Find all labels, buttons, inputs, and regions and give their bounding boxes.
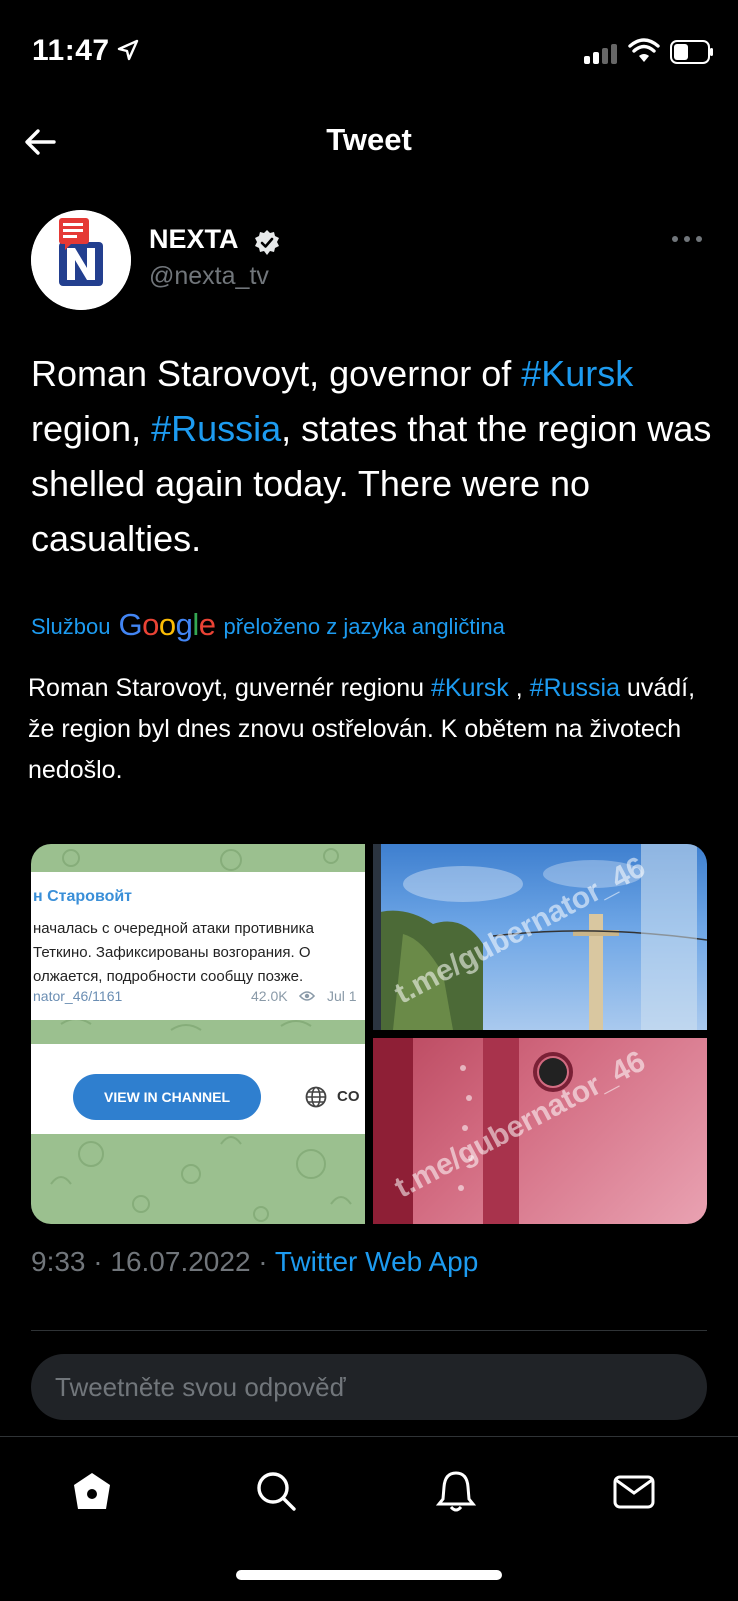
translated-text: Roman Starovoyt, guvernér regionu #Kursk… <box>28 668 728 791</box>
status-time: 11:47 <box>32 34 110 67</box>
more-options-icon[interactable] <box>672 234 706 244</box>
tweet-text-segment: region, <box>31 408 152 449</box>
translated-text-segment: , <box>508 674 530 702</box>
telegram-post-line: Теткино. Зафиксированы возгорания. О <box>33 944 311 961</box>
cellular-signal-icon <box>584 42 620 64</box>
notifications-icon[interactable] <box>434 1469 478 1513</box>
avatar[interactable] <box>31 210 131 310</box>
wifi-icon <box>628 38 660 62</box>
page-title: Tweet <box>326 122 412 157</box>
author-handle[interactable]: @nexta_tv <box>149 262 269 291</box>
home-indicator <box>236 1570 502 1580</box>
location-arrow-icon <box>117 39 139 61</box>
battery-icon <box>670 40 713 64</box>
home-icon[interactable] <box>70 1469 114 1513</box>
telegram-channel-name: н Старовойт <box>33 888 133 905</box>
tweet-text: Roman Starovoyt, governor of #Kursk regi… <box>31 346 721 566</box>
author-name[interactable]: NEXTA <box>149 224 239 255</box>
telegram-post-line: олжается, подробности сообщу позже. <box>33 968 304 985</box>
telegram-actions: VIEW IN CHANNEL CO <box>31 1044 365 1134</box>
hashtag-russia-link[interactable]: #Russia <box>151 408 281 449</box>
nexta-logo-icon <box>31 210 131 310</box>
telegram-post-card: н Старовойт началась с очередной атаки п… <box>31 872 365 1020</box>
verified-badge-icon <box>255 230 279 255</box>
tweet-time-date: 9:33 · 16.07.2022 · <box>31 1246 275 1277</box>
hashtag-russia-link[interactable]: #Russia <box>530 674 620 702</box>
translation-suffix: přeloženo z jazyka angličtina <box>223 614 505 639</box>
telegram-post-line: началась с очередной атаки противника <box>33 920 314 937</box>
translation-attribution[interactable]: Službou Google přeloženo z jazyka anglič… <box>31 607 505 645</box>
google-logo: Google <box>118 607 217 642</box>
tweet-timestamp: 9:33 · 16.07.2022 · Twitter Web App <box>31 1246 478 1278</box>
tweet-text-segment: Roman Starovoyt, governor of <box>31 353 522 394</box>
view-in-channel-button[interactable]: VIEW IN CHANNEL <box>73 1074 261 1120</box>
eye-icon <box>299 991 315 1001</box>
translated-text-segment: Roman Starovoyt, guvernér regionu <box>28 674 431 702</box>
translation-prefix: Službou <box>31 614 111 639</box>
media-image-telegram-screenshot[interactable]: н Старовойт началась с очередной атаки п… <box>31 844 365 1224</box>
telegram-post-link: nator_46/1161 <box>33 988 123 1004</box>
hashtag-kursk-link[interactable]: #Kursk <box>431 674 509 702</box>
reply-input[interactable] <box>31 1354 707 1420</box>
hashtag-kursk-link[interactable]: #Kursk <box>521 353 633 394</box>
telegram-views: 42.0K <box>251 988 288 1004</box>
search-icon[interactable] <box>254 1469 298 1513</box>
tweet-source-link[interactable]: Twitter Web App <box>275 1246 478 1277</box>
messages-icon[interactable] <box>612 1469 656 1513</box>
media-grid: н Старовойт началась с очередной атаки п… <box>31 844 707 1224</box>
divider <box>31 1330 707 1331</box>
telegram-date: Jul 1 <box>327 988 357 1004</box>
globe-label: CO <box>337 1088 360 1105</box>
globe-icon <box>305 1086 327 1108</box>
